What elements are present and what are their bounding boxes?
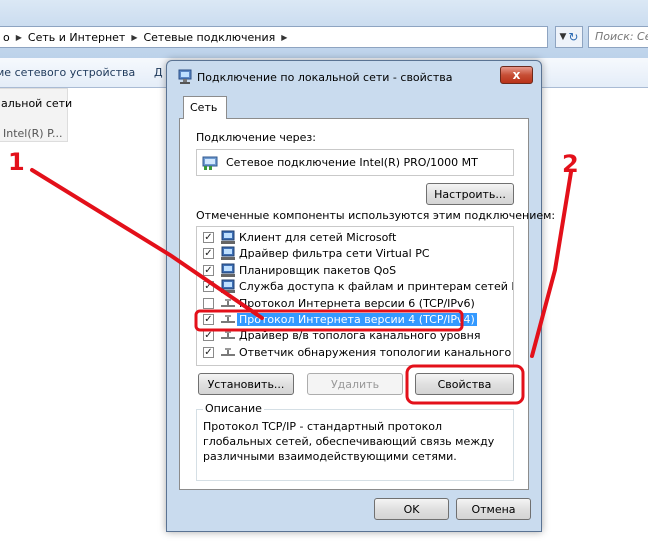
components-label: Отмеченные компоненты используются этим …	[196, 209, 556, 222]
protocol-icon	[221, 298, 235, 307]
component-row[interactable]: ✓ Клиент для сетей Microsoft	[197, 230, 513, 246]
component-checkbox[interactable]: ✓	[203, 330, 214, 342]
ok-button[interactable]: OK	[374, 498, 449, 520]
breadcrumb-item[interactable]: о	[0, 31, 14, 44]
close-button[interactable]: x	[500, 66, 533, 84]
component-label: Клиент для сетей Microsoft	[239, 231, 397, 244]
toolbar-item-device[interactable]: ме сетевого устройства	[0, 66, 135, 79]
breadcrumb[interactable]: о ▶ Сеть и Интернет ▶ Сетевые подключени…	[0, 26, 548, 48]
network-service-icon	[221, 246, 235, 261]
toolbar-item-partial[interactable]: Д	[154, 66, 163, 79]
component-row[interactable]: ✓ Протокол Интернета версии 4 (TCP/IPv4)	[197, 312, 513, 328]
annotation-step-1: 1	[8, 148, 25, 176]
component-label: Драйвер фильтра сети Virtual PC	[239, 247, 430, 261]
properties-dialog: Подключение по локальной сети - свойства…	[166, 60, 555, 532]
adapter-name: Сетевое подключение Intel(R) PRO/1000 MT	[226, 156, 478, 169]
protocol-icon	[221, 331, 235, 340]
refresh-icon[interactable]: ↻	[568, 30, 578, 44]
configure-button[interactable]: Настроить...	[426, 183, 514, 205]
chevron-right-icon[interactable]: ▶	[279, 33, 289, 42]
component-row[interactable]: ✓ Драйвер в/в тополога канального уровня	[197, 328, 513, 344]
network-client-icon	[221, 230, 235, 244]
chevron-right-icon[interactable]: ▶	[14, 33, 24, 42]
adapter-tile-device: Intel(R) P...	[3, 127, 63, 140]
history-dropdown-button[interactable]: ▼ ↻	[555, 26, 583, 48]
component-row[interactable]: ✓ Планировщик пакетов QoS	[197, 263, 513, 279]
annotation-step-2: 2	[562, 150, 579, 178]
adapter-field: Сетевое подключение Intel(R) PRO/1000 MT	[196, 149, 514, 176]
component-label: Планировщик пакетов QoS	[239, 263, 397, 277]
network-service-icon	[221, 263, 235, 277]
install-button[interactable]: Установить...	[198, 373, 294, 395]
components-list[interactable]: ✓ Клиент для сетей Microsoft ✓ Драйвер филь…	[196, 226, 514, 366]
tab-network[interactable]: Сеть	[183, 96, 227, 119]
component-row[interactable]: Протокол Интернета версии 6 (TCP/IPv6)	[197, 296, 513, 312]
network-adapter-icon	[178, 69, 192, 84]
component-label: Служба доступа к файлам и принтерам сете…	[239, 280, 513, 294]
component-label: Протокол Интернета версии 6 (TCP/IPv6)	[239, 296, 475, 310]
network-card-icon	[202, 156, 218, 170]
description-text: Протокол TCP/IP - стандартный протокол г…	[203, 420, 495, 463]
component-row[interactable]: ✓ Служба доступа к файлам и принтерам сет…	[197, 279, 513, 295]
component-checkbox[interactable]: ✓	[203, 232, 214, 243]
component-checkbox[interactable]	[203, 297, 214, 309]
search-input[interactable]: Поиск: Се	[588, 26, 648, 48]
network-adapter-tile[interactable]: альной сети Intel(R) P...	[0, 88, 72, 142]
adapter-tile-name: альной сети	[1, 97, 73, 110]
description-legend: Описание	[203, 402, 264, 415]
close-icon: x	[512, 68, 521, 82]
dialog-title: Подключение по локальной сети - свойства	[197, 71, 453, 84]
cancel-button[interactable]: Отмена	[456, 498, 531, 520]
chevron-right-icon[interactable]: ▶	[129, 33, 139, 42]
network-service-icon	[221, 279, 235, 294]
connect-via-label: Подключение через:	[196, 131, 316, 144]
breadcrumb-item-network-internet[interactable]: Сеть и Интернет	[24, 31, 129, 44]
chevron-down-icon[interactable]: ▼	[560, 32, 567, 42]
component-row[interactable]: ✓ Ответчик обнаружения топологии канально…	[197, 345, 513, 361]
component-checkbox[interactable]: ✓	[203, 314, 214, 325]
protocol-icon	[221, 315, 235, 323]
breadcrumb-item-network-connections[interactable]: Сетевые подключения	[139, 31, 279, 44]
component-checkbox[interactable]: ✓	[203, 346, 214, 358]
component-checkbox[interactable]: ✓	[203, 281, 214, 293]
address-bar-area: о ▶ Сеть и Интернет ▶ Сетевые подключени…	[0, 0, 648, 58]
component-checkbox[interactable]: ✓	[203, 264, 214, 276]
component-checkbox[interactable]: ✓	[203, 248, 214, 260]
component-label: Драйвер в/в тополога канального уровня	[239, 329, 481, 343]
protocol-icon	[221, 347, 235, 356]
component-row[interactable]: ✓ Драйвер фильтра сети Virtual PC	[197, 246, 513, 262]
component-label: Ответчик обнаружения топологии канальног…	[239, 345, 513, 359]
component-label: Протокол Интернета версии 4 (TCP/IPv4)	[237, 313, 477, 326]
properties-button[interactable]: Свойства	[415, 373, 514, 395]
remove-button[interactable]: Удалить	[307, 373, 403, 395]
